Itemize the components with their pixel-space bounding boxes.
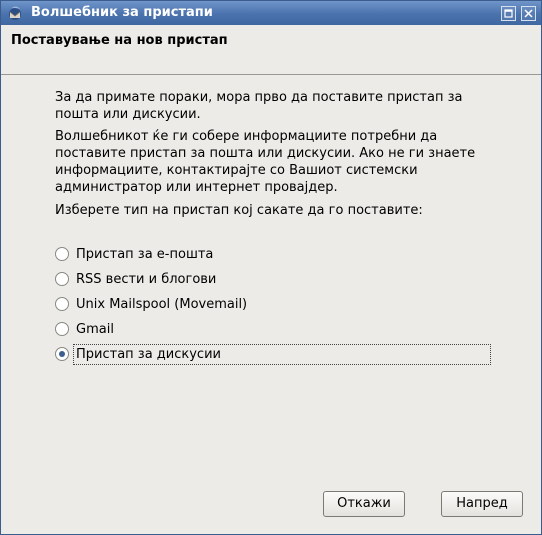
wizard-header: Поставување на нов пристап [1,25,541,75]
choose-type-paragraph: Изберете тип на пристап кој сакате да го… [55,203,423,218]
radio-rss-account[interactable]: RSS вести и блогови [55,269,216,289]
close-icon [524,9,533,18]
cancel-button[interactable]: Откажи [323,491,405,517]
intro-paragraph: За да примате пораки, мора прво да поста… [55,90,463,122]
radio-button[interactable] [55,247,69,261]
next-button[interactable]: Напред [441,491,523,517]
maximize-button[interactable] [501,6,516,21]
account-wizard-window: Волшебник за пристапи Поставување на нов… [0,0,542,535]
radio-label[interactable]: Unix Mailspool (Movemail) [76,297,247,312]
maximize-icon [504,9,513,18]
thunderbird-app-icon [9,6,21,20]
window-title: Волшебник за пристапи [31,5,213,20]
radio-gmail-account[interactable]: Gmail [55,319,114,339]
info-paragraph: Волшебникот ќе ги собере информациите по… [55,129,476,195]
radio-email-account[interactable]: Пристап за е-пошта [55,244,213,264]
radio-button[interactable] [55,297,69,311]
radio-movemail-account[interactable]: Unix Mailspool (Movemail) [55,294,247,314]
radio-label[interactable]: Пристап за е-пошта [76,247,213,262]
radio-button-selected[interactable] [55,347,69,361]
focus-ring [73,344,491,365]
radio-label[interactable]: RSS вести и блогови [76,272,216,287]
radio-label[interactable]: Gmail [76,322,114,337]
radio-button[interactable] [55,322,69,336]
page-title: Поставување на нов пристап [11,33,228,48]
radio-button[interactable] [55,272,69,286]
close-button[interactable] [521,6,536,21]
title-bar[interactable]: Волшебник за пристапи [1,1,541,25]
